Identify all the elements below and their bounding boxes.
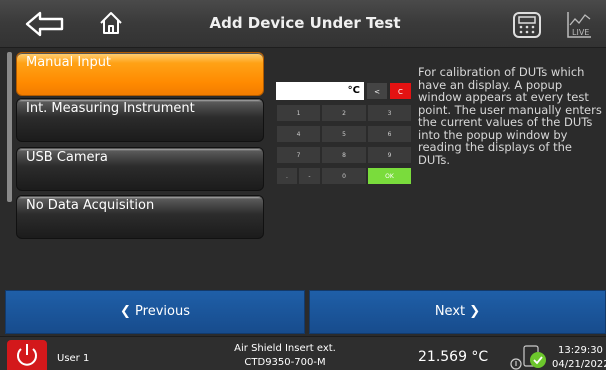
keypad-key: 0 [321, 167, 367, 185]
keypad-key: 3 [367, 104, 412, 122]
option-usb-camera[interactable]: USB Camera [16, 147, 264, 191]
chevron-right-icon: ❯ [469, 304, 481, 319]
keypad-key: 5 [321, 125, 367, 143]
keypad-key: 4 [276, 125, 321, 143]
keypad-preview: °C < C 1 2 3 4 5 6 7 8 9 . - 0 OK [276, 82, 412, 188]
keypad-key: 2 [321, 104, 367, 122]
keypad-key: 6 [367, 125, 412, 143]
keypad-key: 1 [276, 104, 321, 122]
previous-label: Previous [135, 304, 190, 319]
keypad-key: 9 [367, 146, 412, 164]
thermometer-icon [510, 358, 522, 370]
keypad-key: 8 [321, 146, 367, 164]
next-button[interactable]: Next ❯ [309, 290, 606, 334]
device-connected-icon [523, 345, 546, 368]
keypad-backspace-key: < [366, 82, 388, 100]
calibrator-device-icon[interactable] [512, 11, 542, 39]
status-bar: User 1 Air Shield Insert ext. CTD9350-70… [0, 336, 606, 370]
option-label: USB Camera [26, 150, 108, 165]
probe-name: Air Shield Insert ext. [234, 343, 336, 354]
keypad-key: - [298, 167, 321, 185]
title-bar: Add Device Under Test LIVE [0, 0, 606, 48]
clock-time: 13:29:30 [558, 345, 603, 356]
next-label: Next [434, 304, 466, 319]
keypad-key: . [276, 167, 298, 185]
connection-status[interactable] [508, 343, 552, 370]
option-no-data-acquisition[interactable]: No Data Acquisition [16, 195, 264, 239]
power-icon [17, 344, 37, 366]
keypad-key: 7 [276, 146, 321, 164]
previous-button[interactable]: ❮ Previous [5, 290, 305, 334]
keypad-display: °C [276, 82, 364, 100]
clock-date: 04/21/2022 [552, 359, 606, 370]
temperature-reading: 21.569 °C [418, 349, 489, 365]
option-label: No Data Acquisition [26, 198, 155, 213]
back-arrow-icon[interactable] [24, 10, 66, 38]
page-title: Add Device Under Test [209, 14, 401, 32]
option-manual-input[interactable]: Manual Input [16, 52, 264, 96]
live-label: LIVE [572, 28, 589, 37]
live-chart-icon[interactable]: LIVE [565, 10, 593, 40]
option-label: Manual Input [26, 55, 112, 70]
keypad-ok-key: OK [367, 167, 412, 185]
option-int-measuring-instrument[interactable]: Int. Measuring Instrument [16, 98, 264, 142]
home-icon[interactable] [98, 10, 124, 36]
power-button[interactable] [7, 340, 47, 370]
option-label: Int. Measuring Instrument [26, 101, 195, 116]
keypad-clear-key: C [389, 82, 412, 100]
option-description: For calibration of DUTs which have an di… [418, 65, 602, 167]
current-user[interactable]: User 1 [57, 353, 89, 364]
chevron-left-icon: ❮ [120, 304, 131, 319]
probe-model: CTD9350-700-M [244, 357, 326, 368]
list-scrollbar[interactable] [7, 52, 12, 202]
